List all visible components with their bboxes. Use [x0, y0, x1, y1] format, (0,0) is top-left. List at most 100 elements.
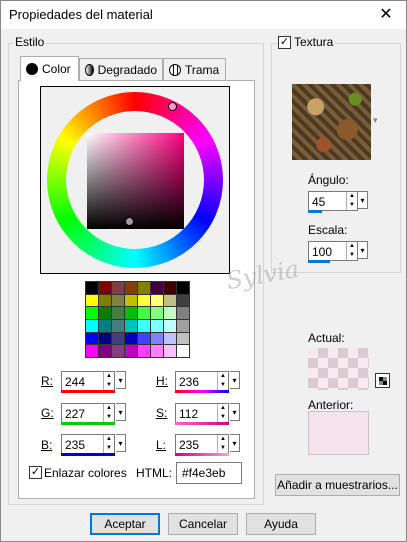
tab-color[interactable]: Color — [20, 56, 79, 81]
b-dropdown-icon[interactable]: ▾ — [116, 434, 126, 452]
palette-swatch[interactable] — [151, 294, 163, 307]
r-value[interactable]: 244 — [65, 375, 85, 389]
l-dropdown-icon[interactable]: ▾ — [230, 434, 240, 452]
h-dropdown-icon[interactable]: ▾ — [230, 371, 240, 389]
b-value[interactable]: 235 — [65, 438, 85, 452]
spin-arrows-icon[interactable]: ▲ ▼ — [217, 404, 228, 422]
palette-swatch[interactable] — [125, 282, 137, 294]
palette-swatch[interactable] — [151, 332, 163, 345]
chevron-down-icon[interactable]: ▾ — [373, 115, 378, 126]
spin-arrows-icon[interactable]: ▲ ▼ — [103, 404, 114, 422]
spin-arrows-icon[interactable]: ▲ ▼ — [217, 435, 228, 453]
tab-trama[interactable]: Trama — [163, 58, 226, 80]
palette-swatch[interactable] — [177, 332, 189, 345]
spin-arrows-icon[interactable]: ▲ ▼ — [346, 242, 357, 260]
ok-button[interactable]: Aceptar — [90, 513, 160, 535]
s-dropdown-icon[interactable]: ▾ — [230, 403, 240, 421]
angulo-spinbox[interactable]: 45 ▲ ▼ — [308, 191, 358, 211]
color-palette[interactable] — [85, 281, 190, 358]
palette-swatch[interactable] — [151, 307, 163, 319]
palette-swatch[interactable] — [99, 294, 111, 307]
angulo-value[interactable]: 45 — [312, 195, 325, 209]
palette-swatch[interactable] — [138, 282, 150, 294]
palette-swatch[interactable] — [125, 345, 137, 357]
r-spinbox[interactable]: 244 ▲ ▼ — [61, 371, 115, 391]
palette-swatch[interactable] — [177, 294, 189, 307]
palette-swatch[interactable] — [86, 294, 98, 307]
palette-swatch[interactable] — [164, 332, 176, 345]
palette-swatch[interactable] — [125, 332, 137, 345]
palette-swatch[interactable] — [112, 294, 124, 307]
html-color-value[interactable]: #f4e3eb — [182, 466, 225, 480]
texture-preview[interactable] — [292, 84, 371, 160]
palette-swatch[interactable] — [99, 345, 111, 357]
palette-swatch[interactable] — [177, 345, 189, 357]
palette-swatch[interactable] — [86, 282, 98, 294]
palette-swatch[interactable] — [177, 320, 189, 332]
s-value[interactable]: 112 — [179, 407, 198, 421]
palette-swatch[interactable] — [138, 320, 150, 332]
help-button[interactable]: Ayuda — [246, 513, 316, 535]
palette-swatch[interactable] — [164, 345, 176, 357]
l-value[interactable]: 235 — [179, 438, 199, 452]
g-dropdown-icon[interactable]: ▾ — [116, 403, 126, 421]
g-value[interactable]: 227 — [65, 407, 85, 421]
h-spinbox[interactable]: 236 ▲ ▼ — [175, 371, 229, 391]
palette-swatch[interactable] — [125, 320, 137, 332]
escala-spinbox[interactable]: 100 ▲ ▼ — [308, 241, 358, 261]
g-spinbox[interactable]: 227 ▲ ▼ — [61, 403, 115, 423]
palette-swatch[interactable] — [138, 345, 150, 357]
r-dropdown-icon[interactable]: ▾ — [116, 371, 126, 389]
palette-swatch[interactable] — [112, 307, 124, 319]
hue-marker[interactable] — [168, 102, 177, 111]
spin-arrows-icon[interactable]: ▲ ▼ — [103, 372, 114, 390]
s-spinbox[interactable]: 112 ▲ ▼ — [175, 403, 229, 423]
palette-swatch[interactable] — [112, 282, 124, 294]
previous-material-preview[interactable] — [308, 411, 369, 455]
palette-swatch[interactable] — [164, 307, 176, 319]
palette-swatch[interactable] — [112, 345, 124, 357]
palette-swatch[interactable] — [86, 307, 98, 319]
spin-arrows-icon[interactable]: ▲ ▼ — [217, 372, 228, 390]
palette-swatch[interactable] — [99, 332, 111, 345]
close-icon[interactable]: ✕ — [376, 5, 396, 25]
textura-checkbox[interactable]: ✓ — [278, 36, 291, 49]
palette-swatch[interactable] — [164, 294, 176, 307]
saturation-lightness-square[interactable] — [87, 133, 184, 229]
color-marker[interactable] — [125, 217, 134, 226]
palette-swatch[interactable] — [138, 294, 150, 307]
link-colors-checkbox[interactable]: ✓ — [29, 466, 42, 479]
palette-swatch[interactable] — [177, 307, 189, 319]
spin-arrows-icon[interactable]: ▲ ▼ — [346, 192, 357, 210]
palette-swatch[interactable] — [151, 320, 163, 332]
palette-swatch[interactable] — [151, 282, 163, 294]
palette-swatch[interactable] — [138, 332, 150, 345]
escala-dropdown-icon[interactable]: ▾ — [358, 241, 368, 259]
palette-swatch[interactable] — [151, 345, 163, 357]
transparency-icon[interactable] — [375, 373, 390, 388]
tab-degradado[interactable]: Degradado — [79, 58, 163, 80]
color-wheel-picker[interactable] — [40, 86, 230, 274]
palette-swatch[interactable] — [138, 307, 150, 319]
angulo-dropdown-icon[interactable]: ▾ — [358, 191, 368, 209]
b-spinbox[interactable]: 235 ▲ ▼ — [61, 434, 115, 454]
palette-swatch[interactable] — [164, 320, 176, 332]
palette-swatch[interactable] — [112, 332, 124, 345]
html-color-input[interactable]: #f4e3eb — [176, 462, 242, 484]
l-spinbox[interactable]: 235 ▲ ▼ — [175, 434, 229, 454]
palette-swatch[interactable] — [177, 282, 189, 294]
escala-value[interactable]: 100 — [312, 245, 332, 259]
cancel-button[interactable]: Cancelar — [168, 513, 238, 535]
palette-swatch[interactable] — [164, 282, 176, 294]
palette-swatch[interactable] — [86, 332, 98, 345]
palette-swatch[interactable] — [99, 307, 111, 319]
spin-arrows-icon[interactable]: ▲ ▼ — [103, 435, 114, 453]
palette-swatch[interactable] — [112, 320, 124, 332]
add-to-swatches-button[interactable]: Añadir a muestrarios... — [275, 474, 400, 496]
palette-swatch[interactable] — [86, 345, 98, 357]
palette-swatch[interactable] — [86, 320, 98, 332]
palette-swatch[interactable] — [99, 320, 111, 332]
palette-swatch[interactable] — [125, 294, 137, 307]
palette-swatch[interactable] — [125, 307, 137, 319]
h-value[interactable]: 236 — [179, 375, 199, 389]
